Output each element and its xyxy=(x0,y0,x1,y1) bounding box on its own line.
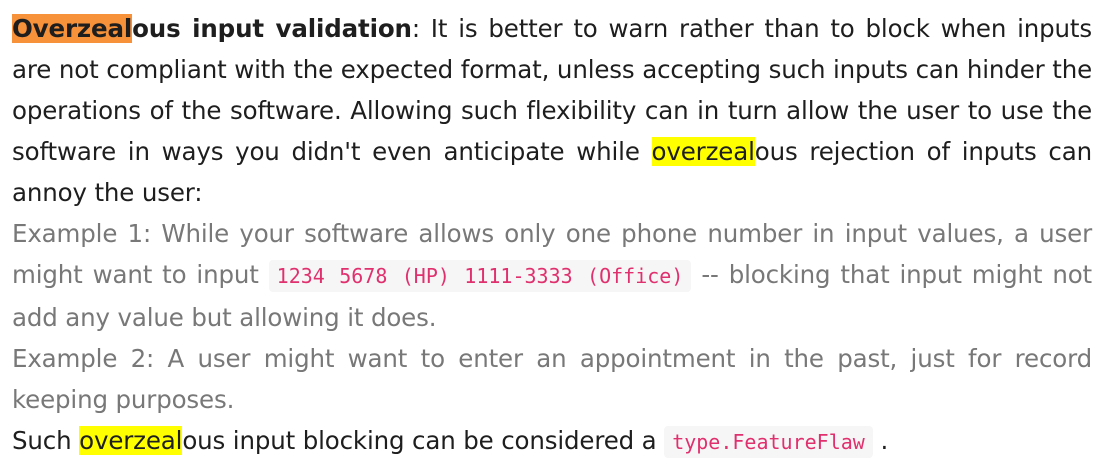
example-1: Example 1: While your software allows on… xyxy=(12,213,1092,338)
document-body: Overzealous input validation: It is bett… xyxy=(12,8,1092,463)
inline-code-phone: 1234 5678 (HP) 1111-3333 (Office) xyxy=(268,260,692,292)
term-heading: Overzealous input validation xyxy=(12,14,412,43)
term-heading-rest: ous input validation xyxy=(132,14,412,43)
conclusion-text: ous input blocking can be considered a xyxy=(182,426,665,455)
highlight-orange: Overzeal xyxy=(12,14,133,43)
conclusion-text-end: . xyxy=(872,426,889,455)
conclusion-text-start: Such xyxy=(12,426,80,455)
example-2: Example 2: A user might want to enter an… xyxy=(12,338,1092,420)
paragraph-overzealous-validation: Overzealous input validation: It is bett… xyxy=(12,8,1092,213)
inline-code-type: type.FeatureFlaw xyxy=(664,426,873,458)
paragraph-conclusion: Such overzealous input blocking can be c… xyxy=(12,420,1092,463)
example-2-text: Example 2: A user might want to enter an… xyxy=(12,344,1092,414)
search-highlight: overzeal xyxy=(651,137,755,166)
search-highlight: overzeal xyxy=(79,426,183,455)
